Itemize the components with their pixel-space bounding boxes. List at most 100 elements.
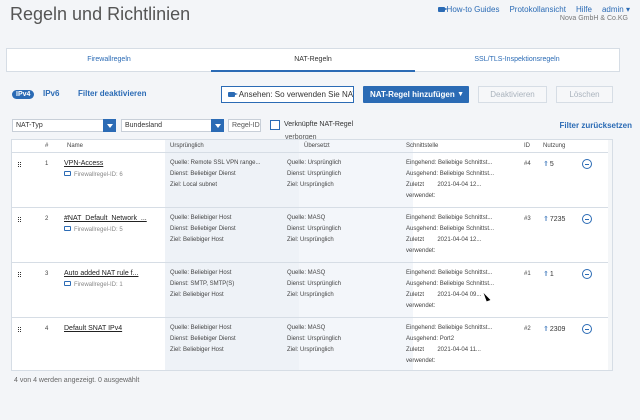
original-source: Quelle: Beliebiger Host (170, 215, 232, 221)
translated-service: Dienst: Ursprünglich (287, 171, 342, 177)
drag-handle-icon[interactable] (18, 327, 21, 332)
usage-count: ⇑2309 (543, 326, 566, 333)
rule-name-link[interactable]: Default SNAT IPv4 (64, 325, 122, 332)
table-row[interactable]: 2 #NAT_Default_Network_... Firewallregel… (12, 208, 612, 263)
original-service: Dienst: Beliebiger Dienst (170, 336, 236, 342)
drag-handle-icon[interactable] (18, 217, 21, 222)
table-scrollbar[interactable] (608, 140, 612, 370)
nat-rules-table: # Name Ursprünglich Übersetzt Schnittste… (11, 139, 613, 371)
header-id: ID (524, 143, 530, 149)
usage-count: ⇑7235 (543, 216, 566, 223)
translated-source: Quelle: MASQ (287, 270, 326, 276)
header-name[interactable]: Name (67, 143, 83, 149)
video-icon (437, 7, 448, 13)
filter-reset-link[interactable]: Filter zurücksetzen (560, 121, 632, 130)
original-destination: Ziel: Beliebiger Host (170, 237, 224, 243)
interface-outbound: Ausgehend: Beliebige Schnittst... (406, 281, 495, 287)
firewall-rule-ref: Firewallregel-ID: 5 (64, 226, 123, 233)
deactivate-button[interactable]: Deaktivieren (478, 86, 547, 103)
header-usage: Nutzung (543, 143, 566, 149)
translated-destination: Ziel: Ursprünglich (287, 237, 334, 243)
original-service: Dienst: SMTP, SMTP(S) (170, 281, 235, 287)
rule-name-link[interactable]: Auto added NAT rule f... (64, 270, 138, 277)
rule-id: #2 (524, 326, 531, 332)
ipv6-toggle[interactable]: IPv6 (43, 89, 59, 98)
original-destination: Ziel: Beliebiger Host (170, 347, 224, 353)
last-used: Zuletzt 2021-04-04 12... (406, 182, 482, 188)
original-service: Dienst: Beliebiger Dienst (170, 226, 236, 232)
interface-outbound: Ausgehend: Beliebige Schnittst... (406, 226, 495, 232)
video-icon (228, 92, 238, 98)
header-number: # (45, 143, 49, 149)
top-links: How-to Guides Protokollansicht Hilfe adm… (437, 5, 630, 14)
rule-id: #3 (524, 216, 531, 222)
usage-count: ⇑5 (543, 161, 554, 168)
howto-link[interactable]: How-to Guides (437, 5, 499, 14)
log-view-link[interactable]: Protokollansicht (509, 5, 565, 14)
row-menu-icon[interactable] (582, 269, 592, 279)
original-destination: Ziel: Local subnet (170, 182, 218, 188)
linked-nat-checkbox[interactable] (270, 120, 280, 130)
header-translated: Übersetzt (304, 143, 330, 149)
translated-service: Dienst: Ursprünglich (287, 281, 342, 287)
row-menu-icon[interactable] (582, 214, 592, 224)
usage-count: ⇑1 (543, 271, 554, 278)
original-source: Quelle: Beliebiger Host (170, 270, 232, 276)
table-row[interactable]: 3 Auto added NAT rule f... Firewallregel… (12, 263, 612, 318)
table-row[interactable]: 4 Default SNAT IPv4 Quelle: Beliebiger H… (12, 318, 612, 370)
translated-destination: Ziel: Ursprünglich (287, 182, 334, 188)
link-icon (64, 281, 71, 286)
last-used-label: verwendet: (406, 358, 436, 364)
table-header: # Name Ursprünglich Übersetzt Schnittste… (12, 140, 612, 153)
rule-name-link[interactable]: #NAT_Default_Network_... (64, 215, 147, 222)
page-title: Regeln und Richtlinien (10, 4, 191, 24)
firewall-rule-ref: Firewallregel-ID: 6 (64, 171, 123, 178)
usage-arrow-icon: ⇑ (543, 216, 549, 223)
last-used: Zuletzt 2021-04-04 12... (406, 237, 482, 243)
interface-inbound: Eingehend: Beliebige Schnittst... (406, 160, 493, 166)
row-menu-icon[interactable] (582, 159, 592, 169)
table-row[interactable]: 1 VPN-Access Firewallregel-ID: 6 Quelle:… (12, 153, 612, 208)
last-used: Zuletzt 2021-04-04 09... (406, 292, 482, 298)
state-select[interactable]: Bundesland (121, 119, 224, 132)
chevron-down-icon (103, 119, 116, 132)
translated-source: Quelle: MASQ (287, 325, 326, 331)
last-used-label: verwendet: (406, 303, 436, 309)
interface-inbound: Eingehend: Beliebige Schnittst... (406, 325, 493, 331)
translated-service: Dienst: Ursprünglich (287, 226, 342, 232)
admin-menu[interactable]: admin ▾ (602, 5, 630, 14)
chevron-down-icon: ▼ (457, 91, 464, 98)
chevron-down-icon (211, 119, 224, 132)
last-used-label: verwendet: (406, 248, 436, 254)
tab-firewall-rules[interactable]: Firewallregeln (7, 49, 211, 71)
drag-handle-icon[interactable] (18, 272, 21, 277)
drag-handle-icon[interactable] (18, 162, 21, 167)
rule-name-link[interactable]: VPN-Access (64, 160, 103, 167)
help-link[interactable]: Hilfe (576, 5, 592, 14)
tab-nat-rules[interactable]: NAT-Regeln (211, 49, 415, 72)
translated-source: Quelle: MASQ (287, 215, 326, 221)
nat-type-select[interactable]: NAT-Typ (12, 119, 116, 132)
original-destination: Ziel: Beliebiger Host (170, 292, 224, 298)
footer-status: 4 von 4 werden angezeigt. 0 ausgewählt (14, 377, 140, 384)
translated-service: Dienst: Ursprünglich (287, 336, 342, 342)
filter-deactivated-link[interactable]: Filter deaktivieren (78, 89, 146, 98)
rule-id: #4 (524, 161, 531, 167)
tab-bar: Firewallregeln NAT-Regeln SSL/TLS-Inspek… (6, 48, 620, 72)
interface-inbound: Eingehend: Beliebige Schnittst... (406, 215, 493, 221)
interface-inbound: Eingehend: Beliebige Schnittst... (406, 270, 493, 276)
row-number: 4 (45, 326, 49, 332)
add-nat-rule-button[interactable]: NAT-Regel hinzufügen ▼ (363, 86, 469, 103)
watch-video-button[interactable]: Ansehen: So verwenden Sie NAT (221, 86, 354, 103)
tab-ssl-tls-rules[interactable]: SSL/TLS-Inspektionsregeln (415, 49, 619, 71)
usage-arrow-icon: ⇑ (543, 271, 549, 278)
delete-button[interactable]: Löschen (556, 86, 613, 103)
row-number: 3 (45, 271, 49, 277)
rule-id-input[interactable]: Regel-ID (228, 119, 261, 132)
link-icon (64, 226, 71, 231)
last-used: Zuletzt 2021-04-04 11... (406, 347, 481, 353)
ipv4-toggle[interactable]: IPv4 (12, 90, 35, 99)
last-used-label: verwendet: (406, 193, 436, 199)
interface-outbound: Ausgehend: Port2 (406, 336, 455, 342)
row-menu-icon[interactable] (582, 324, 592, 334)
